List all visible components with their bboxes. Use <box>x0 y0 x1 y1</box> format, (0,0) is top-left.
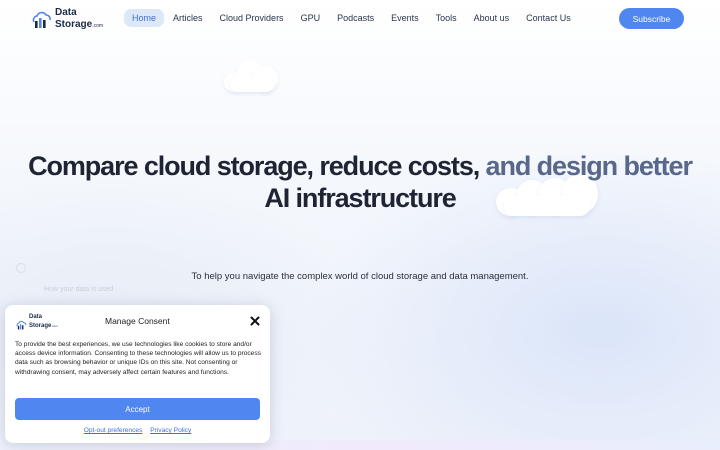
faded-shield-icon <box>16 263 26 273</box>
nav-podcasts[interactable]: Podcasts <box>329 9 382 27</box>
nav-about-us[interactable]: About us <box>466 9 518 27</box>
consent-body: To provide the best experiences, we use … <box>15 341 261 376</box>
hero-title-dark: Compare cloud storage, reduce costs, <box>28 151 480 181</box>
background-faded-text: How your data is used <box>44 286 114 293</box>
consent-modal: Data Storage.com Manage Consent To provi… <box>5 305 270 443</box>
close-icon[interactable] <box>249 314 261 326</box>
nav-contact-us[interactable]: Contact Us <box>518 9 579 27</box>
cloud-decoration-top <box>222 56 282 94</box>
main-nav: Home Articles Cloud Providers GPU Podcas… <box>124 9 580 27</box>
brand-suffix: .com <box>92 23 104 29</box>
opt-out-preferences-link[interactable]: Opt-out preferences <box>84 427 143 434</box>
consent-title: Manage Consent <box>105 316 170 326</box>
consent-links: Opt-out preferences Privacy Policy <box>5 427 270 434</box>
cloud-bars-icon <box>30 10 52 29</box>
nav-events[interactable]: Events <box>383 9 427 27</box>
nav-articles[interactable]: Articles <box>165 9 211 27</box>
nav-tools[interactable]: Tools <box>428 9 465 27</box>
hero-title-line2: AI infrastructure <box>264 183 456 213</box>
accept-button[interactable]: Accept <box>15 398 260 420</box>
nav-gpu[interactable]: GPU <box>293 9 329 27</box>
hero-subtitle: To help you navigate the complex world o… <box>191 271 529 282</box>
site-header: Data Storage.com Home Articles Cloud Pro… <box>0 0 720 36</box>
nav-home[interactable]: Home <box>124 9 165 27</box>
brand-line1: Data <box>55 7 77 18</box>
nav-cloud-providers[interactable]: Cloud Providers <box>212 9 292 27</box>
cloud-bars-icon <box>15 317 27 329</box>
brand-logo[interactable]: Data Storage.com <box>30 8 103 31</box>
hero-title: Compare cloud storage, reduce costs, and… <box>20 150 700 214</box>
hero-title-accent: and design better <box>485 151 693 181</box>
consent-brand-logo: Data Storage.com <box>15 314 58 329</box>
brand-line2: Storage <box>55 19 93 30</box>
subscribe-button[interactable]: Subscribe <box>619 8 684 29</box>
privacy-policy-link[interactable]: Privacy Policy <box>150 427 191 434</box>
